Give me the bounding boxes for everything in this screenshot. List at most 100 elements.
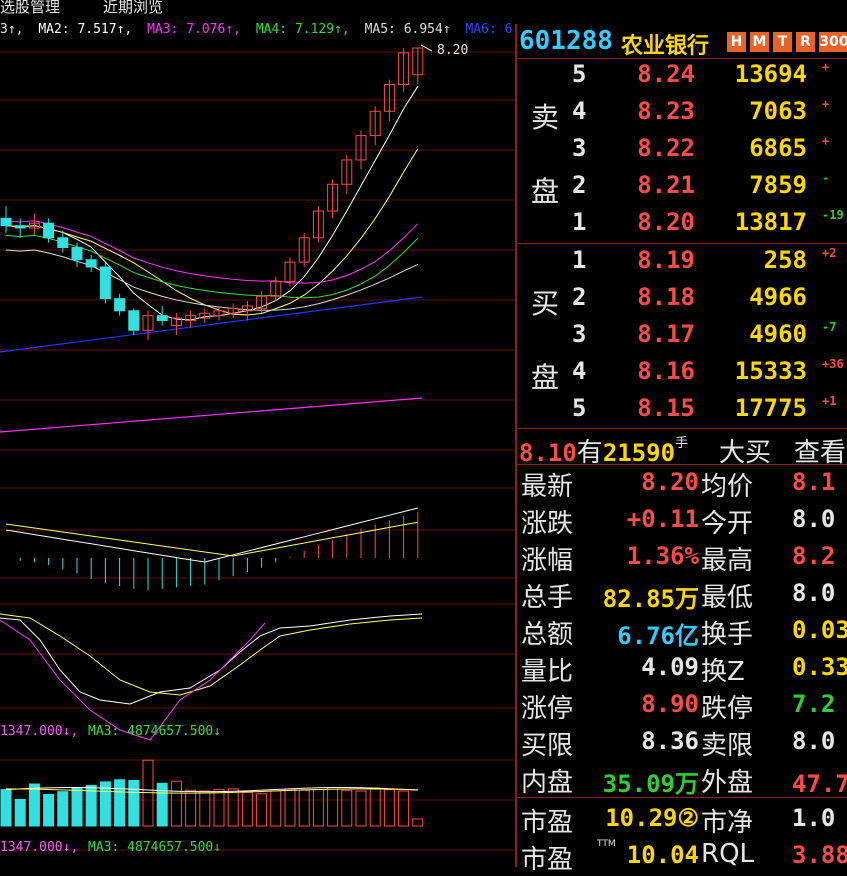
candle-body — [114, 298, 126, 312]
candle-body — [156, 315, 168, 322]
volume-bar — [327, 787, 339, 827]
order-volume: 17775 — [734, 394, 807, 422]
stat-label-2: 换手 — [701, 620, 754, 650]
stat-label: 量比 — [521, 657, 574, 687]
volume-bar — [383, 789, 395, 827]
ma2-label: MA2: 7.517↑, — [38, 22, 133, 37]
stat-label-2: RQL — [701, 839, 755, 869]
order-level: 5 — [572, 60, 587, 88]
stat-value-2: 1.0 — [792, 804, 836, 832]
stat-row: 涨停 8.90 跌停 7.2 — [517, 688, 847, 725]
menu-recent-browse[interactable]: 近期浏览 — [103, 0, 163, 17]
buy-row[interactable]: 1 8.19 258 +2 — [517, 246, 847, 283]
volume-bar — [170, 780, 182, 827]
badge-h[interactable]: H — [727, 32, 746, 52]
buy-row[interactable]: 2 8.18 4966 — [517, 283, 847, 320]
stat-label: 内盘 — [521, 768, 574, 798]
menu-stock-management[interactable]: 选股管理 — [0, 0, 60, 17]
order-price: 8.22 — [637, 134, 695, 162]
stat-row: 市盈 10.29② 市净 1.0 — [517, 802, 847, 839]
buy-row[interactable]: 4 8.16 15333 +36 — [517, 357, 847, 394]
order-volume: 7063 — [749, 97, 807, 125]
stat-label-2: 换Z — [701, 657, 745, 687]
candle-body — [71, 247, 83, 261]
order-level: 4 — [572, 357, 587, 385]
stat-value-2: 0.33 — [792, 653, 847, 681]
ma4-label: MA4: 7.129↑, — [255, 22, 350, 37]
order-change: -19 — [822, 208, 844, 222]
stat-label: 市盈 — [521, 808, 574, 838]
volume-panel — [0, 759, 424, 827]
stat-label-2: 跌停 — [701, 694, 754, 724]
vol1-label-ma3: MA3: 4874657.500↓ — [88, 724, 221, 739]
order-change: +2 — [822, 246, 837, 260]
order-price: 8.20 — [637, 208, 695, 236]
quote-panel: 601288 农业银行 H M T R 300 卖 盘 5 8.24 13694 +4… — [515, 24, 847, 875]
candle-body — [0, 217, 12, 227]
stat-label: 总手 — [521, 583, 574, 613]
ma5-label: MA5: 6.954↑ — [364, 22, 451, 37]
stock-code: 601288 — [519, 26, 613, 56]
candle-body — [57, 237, 69, 249]
big-order-row[interactable]: 8.10有21590手 大买 查看 — [519, 432, 847, 468]
stat-value-2: 8.0 — [792, 505, 836, 533]
buy-row[interactable]: 3 8.17 4960 -7 — [517, 320, 847, 357]
ma-lines — [0, 86, 423, 433]
order-level: 5 — [572, 394, 587, 422]
order-change: -7 — [822, 320, 837, 334]
sell-row[interactable]: 2 8.21 7859 - — [517, 171, 847, 208]
stat-value-2: 8.0 — [792, 727, 836, 755]
stat-row: 涨跌 +0.11 今开 8.0 — [517, 503, 847, 540]
order-change: +36 — [822, 357, 844, 371]
stat-label-2: 均价 — [701, 472, 754, 502]
stat-value: 10.04 — [626, 841, 699, 869]
sell-row[interactable]: 5 8.24 13694 + — [517, 60, 847, 97]
kline-chart[interactable]: 8.20 1347.000↓, MA3: 4874657.500↓ 1347.0… — [0, 40, 515, 867]
order-level: 1 — [572, 208, 587, 236]
badge-300[interactable]: 300 — [819, 32, 847, 52]
buy-row[interactable]: 5 8.15 17775 +1 — [517, 394, 847, 431]
stat-label: 涨跌 — [521, 509, 574, 539]
badge-r[interactable]: R — [796, 32, 815, 52]
order-level: 1 — [572, 246, 587, 274]
badge-t[interactable]: T — [773, 32, 792, 52]
stat-row: 市盈 10.04 TTM RQL 3.883 — [517, 839, 847, 876]
stat-label-2: 外盘 — [701, 768, 754, 798]
volume-bar — [43, 794, 55, 827]
stat-value: 8.90 — [641, 690, 699, 718]
order-level: 4 — [572, 97, 587, 125]
stock-name: 农业银行 — [621, 34, 710, 59]
sell-row[interactable]: 3 8.22 6865 + — [517, 134, 847, 171]
order-price: 8.19 — [637, 246, 695, 274]
order-price: 8.23 — [637, 97, 695, 125]
order-volume: 15333 — [734, 357, 807, 385]
volume-bar — [398, 790, 410, 827]
order-level: 2 — [572, 171, 587, 199]
stat-value: +0.11 — [626, 505, 699, 533]
sell-row[interactable]: 4 8.23 7063 + — [517, 97, 847, 134]
badge-m[interactable]: M — [750, 32, 769, 52]
ma3-label: MA3: 7.076↑, — [147, 22, 241, 37]
sell-row[interactable]: 1 8.20 13817 -19 — [517, 208, 847, 245]
stat-value: 8.20 — [641, 468, 699, 496]
top-menu-bar: 选股管理 近期浏览 — [0, 0, 515, 16]
stat-row: 内盘 35.09万外盘 47.76万 — [517, 762, 847, 799]
order-price: 8.15 — [637, 394, 695, 422]
vol2-label-ma3: MA3: 4874657.500↓ — [88, 840, 221, 855]
volume-bar — [270, 790, 282, 827]
volume-bar — [369, 787, 381, 827]
order-price: 8.18 — [637, 283, 695, 311]
volume-bar — [227, 788, 239, 827]
order-change: + — [822, 97, 830, 111]
volume-bar — [298, 789, 310, 827]
big-order-volume: 21590 — [602, 439, 676, 467]
candles — [0, 44, 433, 340]
candle-body — [14, 225, 26, 229]
volume-bar — [85, 784, 97, 827]
order-volume: 258 — [763, 246, 807, 274]
stat-label: 最新 — [521, 472, 574, 502]
volume-bar — [14, 798, 26, 827]
volume-bar — [213, 789, 225, 827]
volume-bar — [128, 780, 140, 827]
ma1-line — [5, 148, 419, 316]
